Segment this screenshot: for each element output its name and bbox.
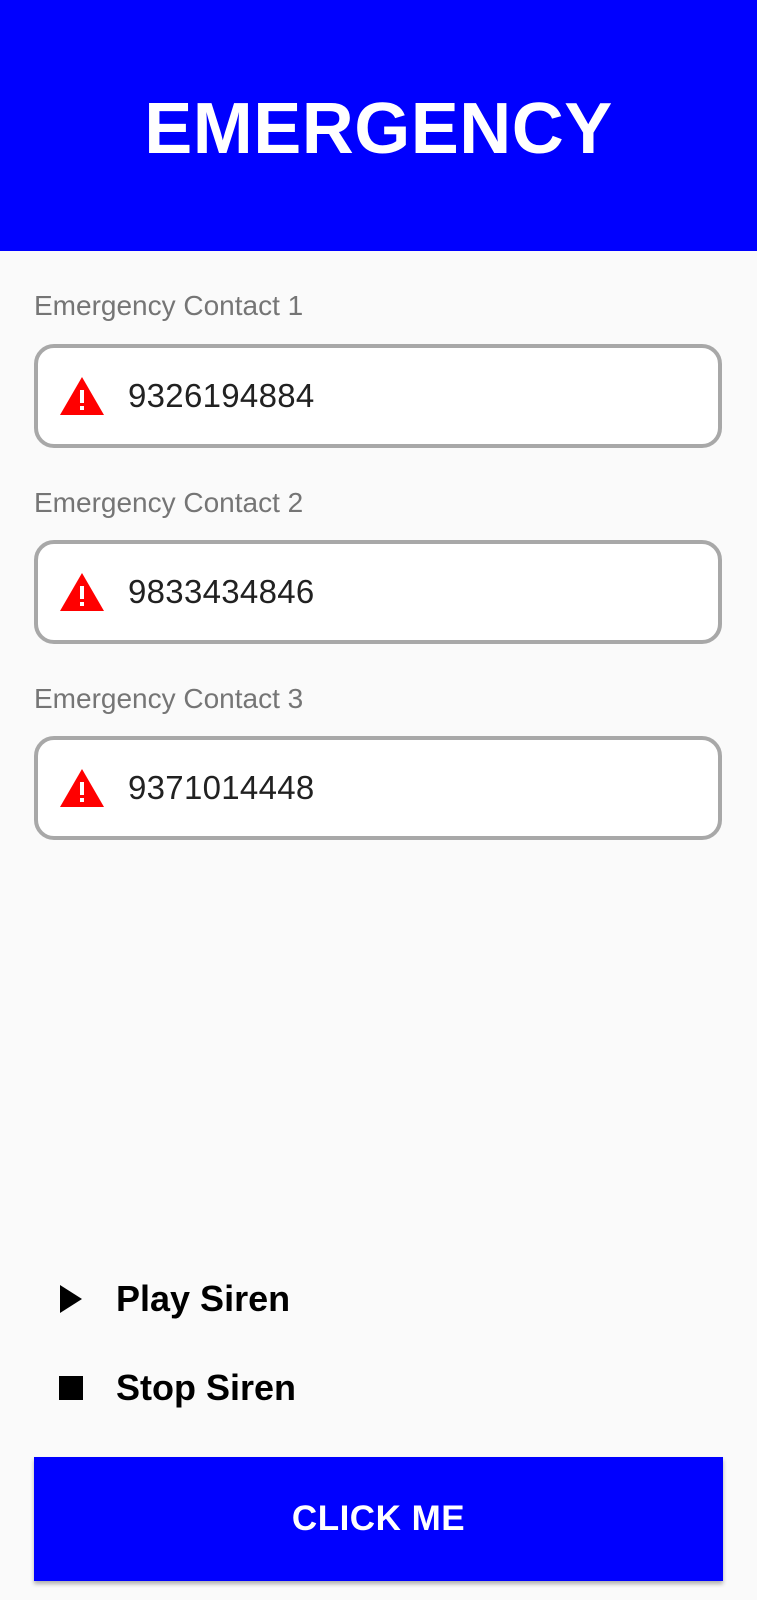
stop-icon xyxy=(56,1373,86,1403)
play-icon xyxy=(56,1284,86,1314)
contact-1-label: Emergency Contact 1 xyxy=(34,290,304,321)
contact-3-value[interactable]: 9371014448 xyxy=(128,769,315,807)
contact-2-value[interactable]: 9833434846 xyxy=(128,573,315,611)
contact-3-label: Emergency Contact 3 xyxy=(34,683,304,714)
contact-2-field[interactable]: 9833434846 xyxy=(34,540,722,644)
contact-3-field[interactable]: 9371014448 xyxy=(34,736,722,840)
warning-icon xyxy=(58,375,106,417)
contact-2-label: Emergency Contact 2 xyxy=(34,487,304,518)
page-title: EMERGENCY xyxy=(144,88,613,169)
warning-icon xyxy=(58,571,106,613)
play-siren-label: Play Siren xyxy=(116,1278,291,1319)
play-siren-button[interactable]: Play Siren xyxy=(56,1278,290,1320)
app-header: EMERGENCY xyxy=(0,0,757,251)
contact-1-field[interactable]: 9326194884 xyxy=(34,344,722,448)
stop-siren-button[interactable]: Stop Siren xyxy=(56,1367,296,1409)
click-me-button[interactable]: CLICK ME xyxy=(34,1457,723,1581)
warning-icon xyxy=(58,767,106,809)
contact-1-value[interactable]: 9326194884 xyxy=(128,377,315,415)
stop-siren-label: Stop Siren xyxy=(116,1367,297,1408)
click-me-label: CLICK ME xyxy=(291,1499,466,1538)
